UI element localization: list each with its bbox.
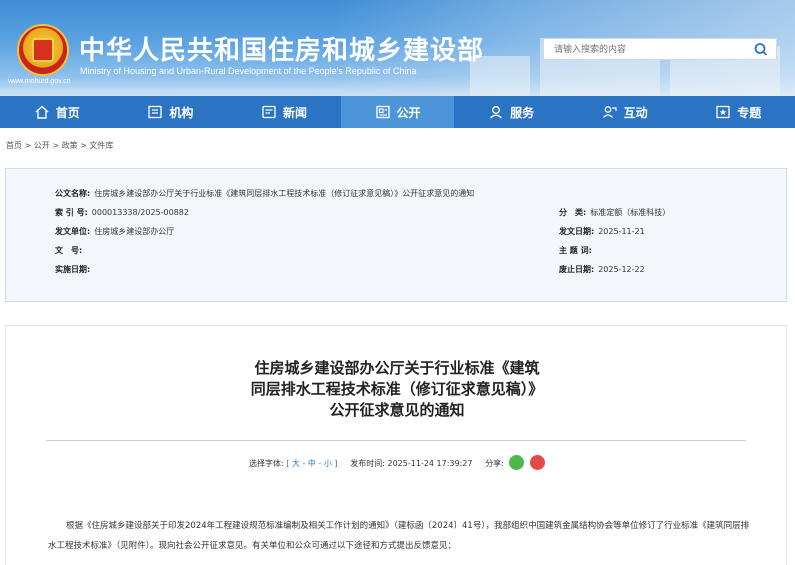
- info-category: 分 类: 标准定额（标准科技）: [559, 207, 670, 218]
- publish-label: 发布时间:: [350, 459, 385, 468]
- breadcrumb-home[interactable]: 首页: [6, 141, 22, 150]
- nav-item-home[interactable]: 首页: [0, 96, 114, 128]
- weibo-share-icon[interactable]: [529, 455, 545, 470]
- info-issuer: 发文单位: 住房城乡建设部办公厅: [55, 226, 174, 237]
- search-input[interactable]: [554, 42, 734, 57]
- breadcrumb-library[interactable]: 文件库: [89, 141, 113, 150]
- info-effective: 实施日期:: [55, 264, 94, 275]
- main-nav: 首页 机构 新闻 公开 服务 互动 专题: [0, 96, 795, 128]
- nav-label: 机构: [169, 105, 194, 120]
- nav-label: 互动: [623, 105, 648, 120]
- info-label: 实施日期:: [55, 265, 91, 274]
- info-label: 发文单位:: [55, 227, 91, 236]
- article-title-line: 住房城乡建设部办公厅关于行业标准《建筑: [254, 359, 540, 377]
- nav-label: 新闻: [282, 105, 307, 120]
- wechat-share-icon[interactable]: [509, 455, 525, 470]
- info-label: 文 号:: [55, 246, 83, 255]
- nav-item-disclosure[interactable]: 公开: [340, 96, 455, 128]
- news-icon: [262, 105, 276, 119]
- article-title-line: 同层排水工程技术标准（修订征求意见稿）》: [250, 380, 544, 398]
- nav-label: 首页: [55, 105, 80, 120]
- info-doc-name: 公文名称: 住房城乡建设部办公厅关于行业标准《建筑同层排水工程技术标准（修订征求意…: [55, 188, 474, 199]
- breadcrumb-disclosure[interactable]: 公开: [34, 141, 50, 150]
- nav-label: 服务: [510, 105, 535, 120]
- info-value: 住房城乡建设部办公厅: [94, 227, 175, 236]
- publish-time: 2025-11-24 17:39:27: [387, 459, 473, 468]
- info-issue-date: 发文日期: 2025-11-21: [559, 226, 645, 237]
- title-divider: [46, 440, 746, 441]
- nav-item-news[interactable]: 新闻: [227, 96, 341, 128]
- info-doc-no: 文 号:: [55, 245, 86, 256]
- article-meta: 选择字体: [ 大 - 中 - 小 ] 发布时间: 2025-11-24 17:…: [6, 455, 788, 471]
- search-button[interactable]: [752, 41, 770, 58]
- info-label: 公文名称:: [55, 189, 91, 198]
- info-index: 索 引 号: 000013338/2025-00882: [55, 207, 189, 218]
- nav-label: 公开: [396, 105, 421, 120]
- info-label: 废止日期:: [559, 265, 595, 274]
- nav-label: 专题: [737, 105, 762, 120]
- topic-icon: [716, 105, 730, 119]
- nav-item-org[interactable]: 机构: [114, 96, 228, 128]
- info-subject: 主 题 词:: [559, 245, 596, 256]
- font-size-switch[interactable]: [ 大 - 中 - 小 ]: [286, 459, 337, 468]
- site-subtitle: Ministry of Housing and Urban-Rural Deve…: [80, 66, 417, 76]
- info-label: 索 引 号:: [55, 208, 88, 217]
- document-info-box: 公文名称: 住房城乡建设部办公厅关于行业标准《建筑同层排水工程技术标准（修订征求意…: [5, 168, 787, 302]
- national-emblem-logo[interactable]: [17, 24, 69, 76]
- search-icon: [754, 43, 768, 56]
- home-icon: [35, 105, 49, 119]
- info-value: 2025-11-21: [598, 227, 645, 236]
- nav-item-interact[interactable]: 互动: [568, 96, 682, 128]
- breadcrumb-policy[interactable]: 政策: [62, 141, 78, 150]
- service-icon: [490, 106, 503, 119]
- font-size-label: 选择字体:: [249, 459, 284, 468]
- search-box: [543, 38, 777, 60]
- info-label: 分 类:: [559, 208, 587, 217]
- nav-item-service[interactable]: 服务: [454, 96, 568, 128]
- disclosure-icon: [375, 105, 390, 119]
- org-icon: [148, 105, 163, 119]
- article-body: 根据《住房城乡建设部关于印发2024年工程建设规范标准编制及相关工作计划的通知》…: [48, 521, 750, 551]
- info-value: 标准定额（标准科技）: [590, 208, 671, 217]
- breadcrumb: 首页 > 公开 > 政策 > 文件库: [6, 141, 114, 150]
- article-title: 住房城乡建设部办公厅关于行业标准《建筑 同层排水工程技术标准（修订征求意见稿）》…: [6, 358, 788, 421]
- header-banner: www.mohurd.gov.cn 中华人民共和国住房和城乡建设部 Minist…: [0, 0, 795, 96]
- site-title[interactable]: 中华人民共和国住房和城乡建设部: [79, 30, 484, 67]
- info-value: 住房城乡建设部办公厅关于行业标准《建筑同层排水工程技术标准（修订征求意见稿）》公…: [94, 189, 475, 198]
- info-expiry: 废止日期: 2025-12-22: [559, 264, 645, 275]
- article-panel: 住房城乡建设部办公厅关于行业标准《建筑 同层排水工程技术标准（修订征求意见稿）》…: [5, 325, 787, 565]
- share-label: 分享:: [485, 459, 504, 468]
- site-url: www.mohurd.gov.cn: [8, 78, 71, 85]
- info-value: 000013338/2025-00882: [91, 208, 189, 217]
- interact-icon: [602, 106, 617, 118]
- info-value: 2025-12-22: [598, 265, 645, 274]
- article-title-line: 公开征求意见的通知: [329, 401, 465, 419]
- nav-item-topic[interactable]: 专题: [681, 96, 795, 128]
- info-label: 发文日期:: [559, 227, 595, 236]
- info-label: 主 题 词:: [559, 246, 592, 255]
